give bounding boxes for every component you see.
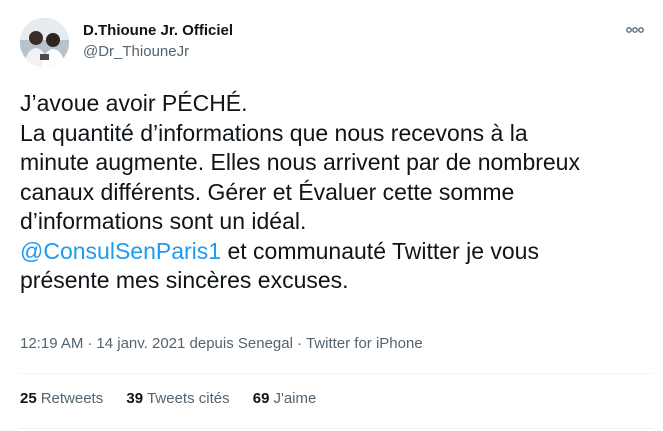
likes-label: J'aime	[273, 390, 317, 407]
tweet-source[interactable]: Twitter for iPhone	[306, 334, 423, 354]
user-names: D.Thioune Jr. Officiel @Dr_ThiouneJr	[83, 21, 233, 62]
tweet-line: canaux différents. Gérer et Évaluer cett…	[20, 178, 515, 205]
tweet-text: J’avoue avoir PÉCHÉ. La quantité d’infor…	[20, 89, 650, 296]
tweet-date[interactable]: 14 janv. 2021	[96, 334, 185, 354]
display-name[interactable]: D.Thioune Jr. Officiel	[83, 21, 233, 41]
retweets-count: 25	[20, 390, 37, 407]
tweet-line: présente mes sincères excuses.	[20, 267, 349, 293]
tweet-line-with-mention: @ConsulSenParis1 et communauté Twitter j…	[20, 237, 650, 267]
tweet-stats: 25 Retweets 39 Tweets cités 69 J'aime	[20, 389, 335, 409]
likes-stat[interactable]: 69 J'aime	[253, 389, 317, 409]
mention-link[interactable]: @ConsulSenParis1	[20, 238, 221, 264]
tweet-line: La quantité d’informations que nous rece…	[20, 119, 528, 146]
more-options-icon[interactable]	[624, 23, 646, 37]
user-handle[interactable]: @Dr_ThiouneJr	[83, 42, 233, 62]
tweet-header: D.Thioune Jr. Officiel @Dr_ThiouneJr	[20, 15, 663, 67]
tweet-card: D.Thioune Jr. Officiel @Dr_ThiouneJr J’a…	[0, 0, 663, 431]
avatar[interactable]	[20, 18, 69, 67]
profile-photo-icon	[20, 18, 69, 67]
tweet-line: J’avoue avoir PÉCHÉ.	[20, 90, 248, 116]
tweet-line: d’informations sont un idéal.	[20, 208, 307, 234]
tweet-location[interactable]: depuis Senegal	[190, 334, 293, 354]
divider	[20, 428, 653, 429]
tweet-line: minute augmente. Elles nous arrivent par…	[20, 149, 580, 175]
retweets-stat[interactable]: 25 Retweets	[20, 389, 103, 409]
tweet-text-after-mention: et communauté Twitter je vous	[221, 237, 539, 264]
likes-count: 69	[252, 390, 270, 407]
quotes-count: 39	[126, 390, 144, 407]
retweets-label: Retweets	[40, 390, 104, 407]
quotes-label: Tweets cités	[147, 390, 230, 407]
quote-tweets-stat[interactable]: 39 Tweets cités	[126, 389, 229, 409]
divider	[20, 373, 653, 374]
separator: ·	[296, 335, 302, 352]
tweet-metadata: 12:19 AM · 14 janv. 2021 depuis Senegal · Tw…	[20, 334, 423, 354]
tweet-time[interactable]: 12:19 AM	[20, 334, 83, 354]
separator: ·	[87, 335, 93, 352]
